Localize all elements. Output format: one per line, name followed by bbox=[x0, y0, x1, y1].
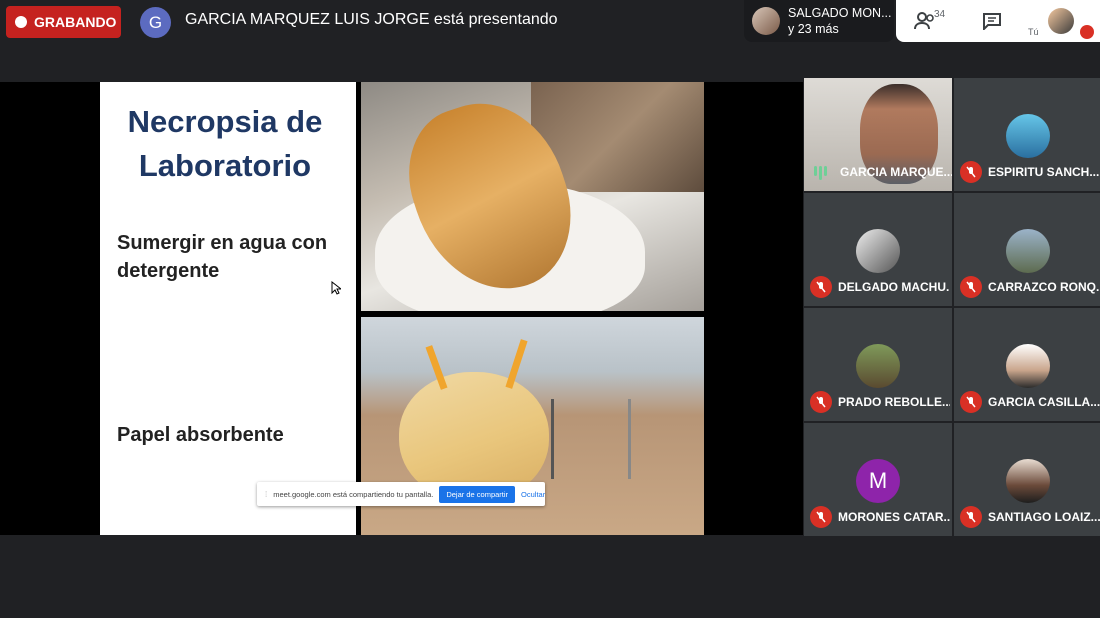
stop-sharing-button[interactable]: Dejar de compartir bbox=[439, 485, 516, 503]
participant-name: PRADO REBOLLE... bbox=[838, 395, 950, 409]
meet-window: GRABANDO G GARCIA MARQUEZ LUIS JORGE est… bbox=[0, 0, 1100, 618]
participant-tile[interactable]: GARCIA CASILLA... bbox=[954, 308, 1100, 421]
other-participants-chip[interactable]: SALGADO MON... y 23 más bbox=[744, 0, 894, 42]
participant-count: 34 bbox=[934, 9, 946, 20]
mic-off-icon bbox=[960, 276, 982, 298]
people-icon[interactable] bbox=[914, 12, 936, 30]
presenting-banner: GARCIA MARQUEZ LUIS JORGE está presentan… bbox=[185, 11, 558, 28]
slide-photo-top bbox=[361, 82, 704, 311]
drag-handle-icon[interactable]: ⁞ bbox=[265, 490, 267, 499]
avatar bbox=[1006, 459, 1050, 503]
slide-bullet-2: Papel absorbente bbox=[117, 424, 284, 446]
participant-tile[interactable]: DELGADO MACHU... bbox=[804, 193, 952, 306]
mic-off-icon bbox=[960, 161, 982, 183]
mouse-cursor-icon bbox=[331, 281, 341, 295]
avatar bbox=[856, 344, 900, 388]
slide-title: Necropsia de Laboratorio bbox=[127, 104, 323, 183]
mic-off-icon bbox=[810, 276, 832, 298]
mic-off-icon bbox=[960, 391, 982, 413]
participant-tile[interactable]: CARRAZCO RONQ... bbox=[954, 193, 1100, 306]
participant-tile[interactable]: GARCIA MARQUE... bbox=[804, 78, 952, 191]
share-message: meet.google.com está compartiendo tu pan… bbox=[273, 489, 434, 499]
top-right-panel: 34 Tú bbox=[896, 0, 1100, 42]
self-avatar[interactable] bbox=[1048, 8, 1074, 34]
mic-off-icon bbox=[1080, 25, 1094, 39]
participant-name: CARRAZCO RONQ... bbox=[988, 280, 1100, 294]
avatar bbox=[1006, 114, 1050, 158]
record-dot-icon bbox=[15, 16, 27, 28]
avatar bbox=[856, 229, 900, 273]
avatar bbox=[752, 7, 780, 35]
mic-off-icon bbox=[960, 506, 982, 528]
participant-name: MORONES CATAR... bbox=[838, 510, 950, 524]
participant-name: DELGADO MACHU... bbox=[838, 280, 950, 294]
participant-name: ESPIRITU SANCH... bbox=[988, 165, 1100, 179]
others-name: SALGADO MON... bbox=[788, 6, 892, 20]
presenter-avatar: G bbox=[140, 7, 171, 38]
participant-tile[interactable]: ESPIRITU SANCH... bbox=[954, 78, 1100, 191]
mic-off-icon bbox=[810, 391, 832, 413]
participant-name: GARCIA CASILLA... bbox=[988, 395, 1100, 409]
avatar: M bbox=[856, 459, 900, 503]
speaking-indicator-icon bbox=[814, 166, 827, 180]
recording-label: GRABANDO bbox=[34, 14, 117, 30]
participant-name: SANTIAGO LOAIZ... bbox=[988, 510, 1100, 524]
others-more: y 23 más bbox=[788, 22, 839, 36]
recording-indicator[interactable]: GRABANDO bbox=[6, 6, 121, 38]
self-label: Tú bbox=[1028, 27, 1039, 37]
screen-share-bar: ⁞ meet.google.com está compartiendo tu p… bbox=[257, 482, 545, 506]
participant-name: GARCIA MARQUE... bbox=[840, 165, 952, 179]
hide-button[interactable]: Ocultar bbox=[521, 490, 545, 499]
participant-tile[interactable]: M MORONES CATAR... bbox=[804, 423, 952, 536]
participant-tile[interactable]: PRADO REBOLLE... bbox=[804, 308, 952, 421]
slide-bullet-1: Sumergir en agua con detergente bbox=[117, 232, 328, 282]
chat-icon[interactable] bbox=[982, 12, 1002, 30]
avatar bbox=[1006, 344, 1050, 388]
mic-off-icon bbox=[810, 506, 832, 528]
participant-tile[interactable]: SANTIAGO LOAIZ... bbox=[954, 423, 1100, 536]
avatar bbox=[1006, 229, 1050, 273]
